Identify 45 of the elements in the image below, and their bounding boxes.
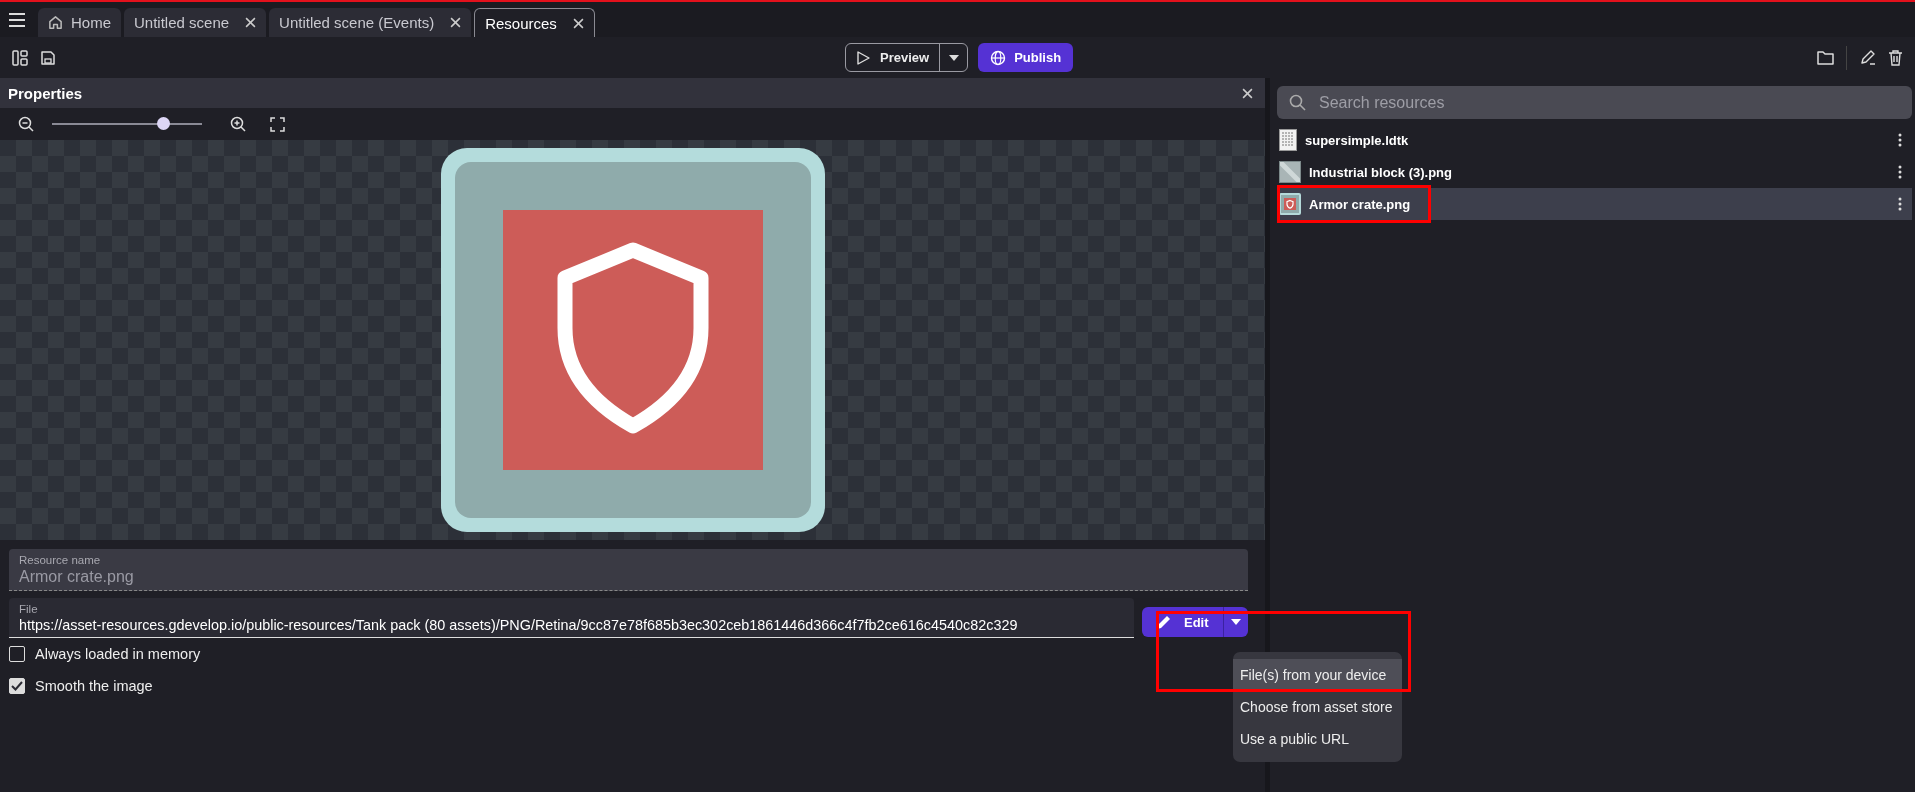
tab[interactable]: Resources <box>474 8 595 37</box>
pencil-icon <box>1156 614 1172 630</box>
close-icon[interactable] <box>450 17 462 28</box>
file-field[interactable]: File https://asset-resources.gdevelop.io/public-resources/Tank pack (80 assets)/PNG/Retina/9cc87e78f685b3ec302ceb1861446d366c4f7fb2ce616c4540c82c329 <box>9 598 1134 638</box>
document-icon <box>1279 129 1297 151</box>
folder-icon[interactable] <box>1817 50 1834 65</box>
tab[interactable]: Home <box>38 8 121 37</box>
checkbox[interactable] <box>9 678 25 694</box>
save-icon[interactable] <box>40 49 56 66</box>
publish-button[interactable]: Publish <box>978 43 1074 72</box>
tab[interactable]: Untitled scene <box>124 8 267 37</box>
trash-icon[interactable] <box>1888 49 1903 66</box>
search-field[interactable]: Search resources <box>1277 86 1912 119</box>
close-icon[interactable] <box>245 17 257 28</box>
tab[interactable]: Untitled scene (Events) <box>269 8 472 37</box>
fit-icon[interactable] <box>270 116 285 132</box>
zoom-out-icon[interactable] <box>18 116 34 132</box>
globe-icon <box>990 49 1007 66</box>
block-thumbnail-icon <box>1279 161 1301 183</box>
close-icon[interactable] <box>1242 87 1253 99</box>
menu-item[interactable]: Use a public URL <box>1233 723 1402 755</box>
menu-icon[interactable] <box>8 12 26 27</box>
menu-item[interactable]: Choose from asset store <box>1233 691 1402 723</box>
slider-thumb[interactable] <box>157 117 170 130</box>
crate-thumbnail-icon <box>1279 193 1301 215</box>
resource-item[interactable]: supersimple.ldtk <box>1277 124 1912 156</box>
play-icon <box>856 50 870 65</box>
panel-title: Properties <box>8 84 83 102</box>
more-icon[interactable] <box>1898 133 1902 147</box>
caret-icon <box>1230 619 1241 625</box>
resource-item[interactable]: Industrial block (3).png <box>1277 156 1912 188</box>
zoom-in-icon[interactable] <box>230 116 246 132</box>
panels-icon[interactable] <box>12 49 28 66</box>
more-icon[interactable] <box>1898 197 1902 211</box>
close-icon[interactable] <box>572 17 584 29</box>
checkbox-label: Always loaded in memory <box>35 646 201 662</box>
home-icon <box>48 15 63 30</box>
caret-icon <box>948 54 959 61</box>
menu-item[interactable]: File(s) from your device <box>1233 659 1402 691</box>
checkbox[interactable] <box>9 646 25 662</box>
resource-name-field[interactable]: Resource name Armor crate.png <box>9 549 1248 591</box>
more-icon[interactable] <box>1898 165 1902 179</box>
pencil-icon[interactable] <box>1859 49 1876 66</box>
checkbox-label: Smooth the image <box>35 678 153 694</box>
resource-item[interactable]: Armor crate.png <box>1277 188 1912 220</box>
